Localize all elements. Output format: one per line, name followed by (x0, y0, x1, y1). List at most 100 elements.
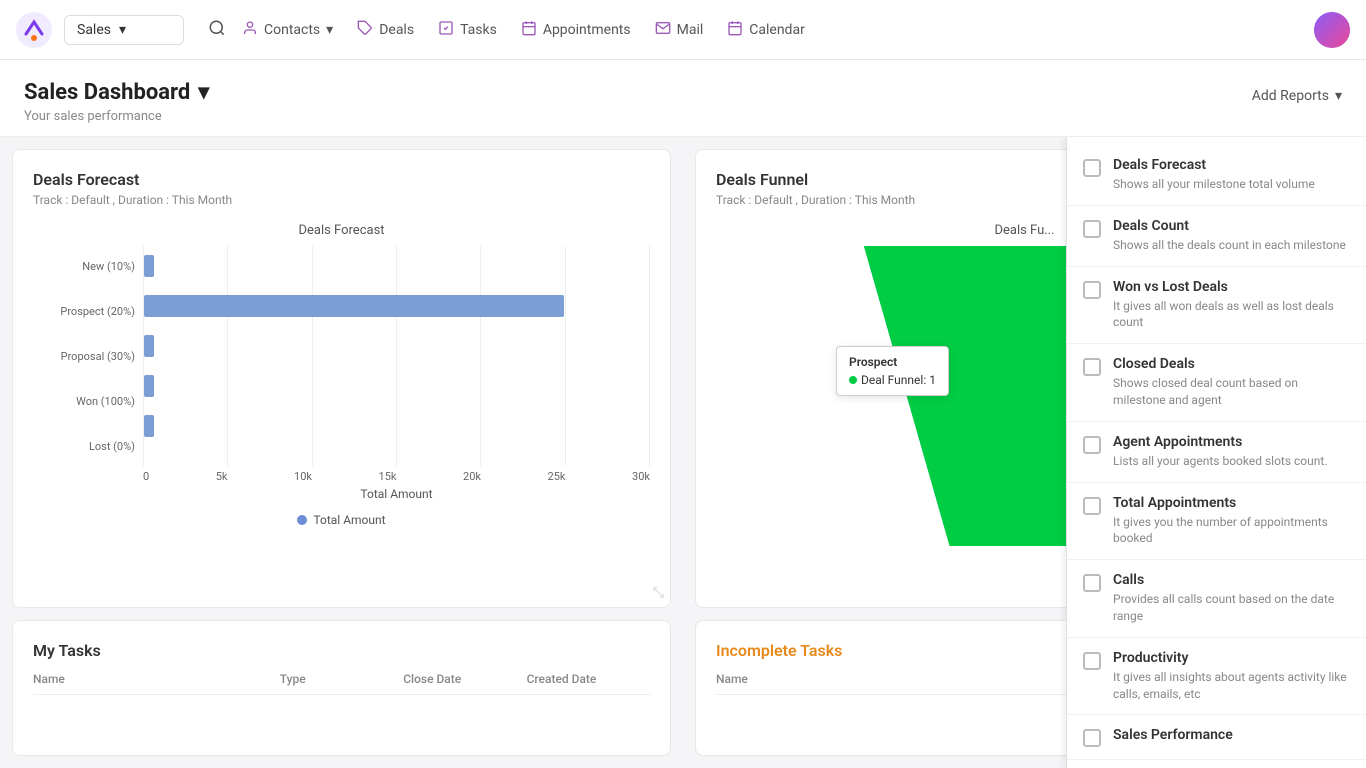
my-tasks-title: My Tasks (33, 641, 650, 660)
search-button[interactable] (200, 11, 234, 48)
reports-checkbox-2[interactable] (1083, 281, 1101, 299)
reports-item-7[interactable]: Productivity It gives all insights about… (1067, 638, 1366, 716)
bar-new (144, 255, 154, 277)
add-reports-button[interactable]: Add Reports ▾ (1252, 84, 1342, 108)
reports-item-desc-1: Shows all the deals count in each milest… (1113, 237, 1346, 254)
reports-item-text-7: Productivity It gives all insights about… (1113, 650, 1350, 703)
chevron-down-icon: ▾ (119, 22, 126, 38)
reports-item-1[interactable]: Deals Count Shows all the deals count in… (1067, 206, 1366, 267)
title-chevron-icon: ▾ (198, 80, 209, 105)
chart-legend: Total Amount (33, 513, 650, 527)
y-label-won: Won (100%) (33, 381, 135, 421)
bar-won (144, 375, 154, 397)
reports-item-text-4: Agent Appointments Lists all your agents… (1113, 434, 1327, 470)
my-tasks-card: My Tasks Name Type Close Date Created Da… (12, 620, 671, 757)
nav-mail[interactable]: Mail (655, 16, 704, 44)
reports-checkbox-0[interactable] (1083, 159, 1101, 177)
page-title[interactable]: Sales Dashboard ▾ (24, 80, 209, 105)
reports-checkbox-7[interactable] (1083, 652, 1101, 670)
nav-tasks[interactable]: Tasks (438, 16, 497, 44)
x-axis-title: Total Amount (143, 487, 650, 501)
navbar: Sales ▾ Contacts ▾ Deals Tasks (0, 0, 1366, 60)
avatar[interactable] (1314, 12, 1350, 48)
nav-appointments[interactable]: Appointments (521, 16, 631, 44)
app-logo[interactable] (16, 12, 52, 48)
reports-item-title-2: Won vs Lost Deals (1113, 279, 1350, 295)
reports-item-8[interactable]: Sales Performance (1067, 715, 1366, 760)
y-axis: New (10%) Prospect (20%) Proposal (30%) … (33, 246, 143, 466)
reports-item-title-1: Deals Count (1113, 218, 1346, 234)
col-close-date: Close Date (403, 672, 526, 686)
reports-checkbox-5[interactable] (1083, 497, 1101, 515)
funnel-tooltip-item: Deal Funnel: 1 (849, 373, 936, 387)
reports-item-2[interactable]: Won vs Lost Deals It gives all won deals… (1067, 267, 1366, 345)
add-reports-label: Add Reports (1252, 88, 1329, 104)
y-label-new: New (10%) (33, 246, 135, 286)
deals-forecast-chart: New (10%) Prospect (20%) Proposal (30%) … (33, 246, 650, 527)
bars-wrapper (143, 246, 650, 466)
reports-item-3[interactable]: Closed Deals Shows closed deal count bas… (1067, 344, 1366, 422)
reports-checkbox-3[interactable] (1083, 358, 1101, 376)
reports-item-4[interactable]: Agent Appointments Lists all your agents… (1067, 422, 1366, 483)
reports-item-desc-2: It gives all won deals as well as lost d… (1113, 298, 1350, 332)
col-name: Name (33, 672, 280, 686)
reports-item-0[interactable]: Deals Forecast Shows all your milestone … (1067, 145, 1366, 206)
reports-item-5[interactable]: Total Appointments It gives you the numb… (1067, 483, 1366, 561)
reports-item-desc-6: Provides all calls count based on the da… (1113, 591, 1350, 625)
reports-checkbox-4[interactable] (1083, 436, 1101, 454)
bars-area (143, 246, 650, 446)
page-subtitle: Your sales performance (24, 109, 209, 124)
x-label-25k: 25k (548, 470, 566, 483)
tasks-icon (438, 20, 454, 40)
reports-item-title-6: Calls (1113, 572, 1350, 588)
deals-forecast-card: Deals Forecast Track : Default , Duratio… (12, 149, 671, 608)
funnel-tooltip-label: Deal Funnel: 1 (861, 373, 936, 387)
page-title-group: Sales Dashboard ▾ Your sales performance (24, 80, 209, 124)
reports-item-desc-5: It gives you the number of appointments … (1113, 514, 1350, 548)
funnel-tooltip: Prospect Deal Funnel: 1 (836, 346, 949, 396)
nav-calendar[interactable]: Calendar (727, 16, 805, 44)
reports-item-desc-7: It gives all insights about agents activ… (1113, 669, 1350, 703)
mail-icon (655, 20, 671, 40)
x-axis-container: 0 5k 10k 15k 20k 25k 30k Total Amount (33, 470, 650, 501)
bar-prospect (144, 295, 564, 317)
nav-deals[interactable]: Deals (357, 16, 414, 44)
bar-row-proposal (144, 326, 650, 366)
x-label-10k: 10k (294, 470, 312, 483)
reports-panel: Deals Forecast Shows all your milestone … (1066, 137, 1366, 768)
contacts-chevron-icon: ▾ (326, 22, 333, 38)
reports-item-text-6: Calls Provides all calls count based on … (1113, 572, 1350, 625)
reports-item-text-3: Closed Deals Shows closed deal count bas… (1113, 356, 1350, 409)
reports-item-text-2: Won vs Lost Deals It gives all won deals… (1113, 279, 1350, 332)
reports-checkbox-8[interactable] (1083, 729, 1101, 747)
reports-item-text-0: Deals Forecast Shows all your milestone … (1113, 157, 1315, 193)
reports-checkbox-1[interactable] (1083, 220, 1101, 238)
y-label-proposal: Proposal (30%) (33, 336, 135, 376)
reports-item-title-8: Sales Performance (1113, 727, 1233, 743)
reports-item-desc-3: Shows closed deal count based on milesto… (1113, 375, 1350, 409)
bar-row-prospect (144, 286, 650, 326)
add-reports-chevron-icon: ▾ (1335, 88, 1342, 104)
reports-item-6[interactable]: Calls Provides all calls count based on … (1067, 560, 1366, 638)
x-label-20k: 20k (463, 470, 481, 483)
y-label-prospect: Prospect (20%) (33, 291, 135, 331)
reports-item-title-3: Closed Deals (1113, 356, 1350, 372)
bar-lost (144, 415, 154, 437)
legend-dot (297, 515, 307, 525)
legend-label: Total Amount (313, 513, 385, 527)
workspace-selector[interactable]: Sales ▾ (64, 15, 184, 45)
mail-label: Mail (677, 22, 704, 38)
funnel-dot (849, 376, 857, 384)
x-label-0: 0 (143, 470, 149, 483)
deals-icon (357, 20, 373, 40)
reports-checkbox-6[interactable] (1083, 574, 1101, 592)
nav-contacts[interactable]: Contacts ▾ (242, 16, 333, 44)
bar-row-new (144, 246, 650, 286)
reports-item-title-5: Total Appointments (1113, 495, 1350, 511)
reports-list: Deals Forecast Shows all your milestone … (1067, 145, 1366, 760)
bar-row-lost (144, 406, 650, 446)
deals-label: Deals (379, 22, 414, 38)
x-axis: 0 5k 10k 15k 20k 25k 30k (143, 470, 650, 483)
x-label-30k: 30k (632, 470, 650, 483)
appointments-icon (521, 20, 537, 40)
